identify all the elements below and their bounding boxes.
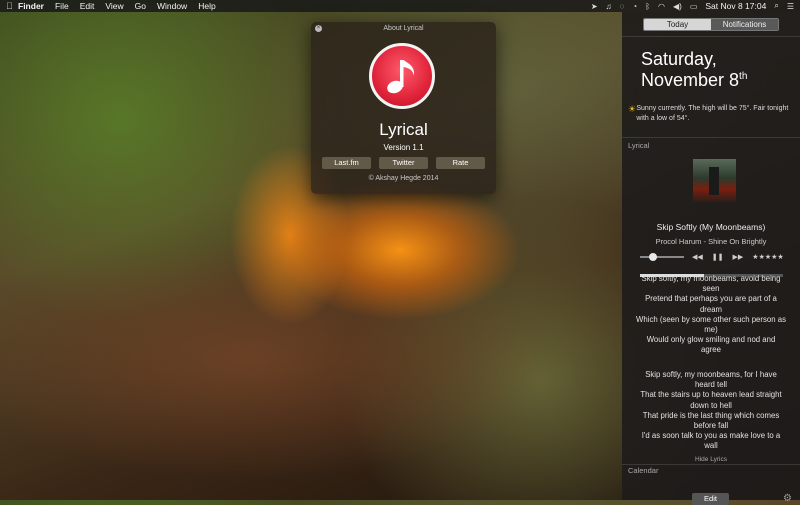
lyrical-app-icon xyxy=(369,43,435,109)
about-app-name: Lyrical xyxy=(379,120,428,139)
music-note-icon xyxy=(387,60,415,94)
next-track-icon[interactable]: ▶▶ xyxy=(733,253,744,261)
lastfm-button[interactable]: Last.fm xyxy=(322,157,371,169)
music-note-icon[interactable]: ♫ xyxy=(606,2,612,11)
menu-bar:  Finder File Edit View Go Window Help ➤… xyxy=(0,0,800,12)
menu-edit[interactable]: Edit xyxy=(80,1,95,11)
weather-text: Sunny currently. The high will be 75°. F… xyxy=(636,105,789,122)
menubar-status-area: ➤ ♫ ◌ ◔ ᛒ ◠ ◀) ▭ Sat Nov 8 17:04 ⌕ ☰ xyxy=(591,1,794,11)
today-date-line2: November 8th xyxy=(641,70,747,91)
battery-icon[interactable]: ▭ xyxy=(690,2,698,11)
about-titlebar: × About Lyrical xyxy=(311,22,496,35)
menu-app-name[interactable]: Finder xyxy=(18,1,44,11)
divider xyxy=(622,36,800,37)
menubar-clock[interactable]: Sat Nov 8 17:04 xyxy=(705,1,766,11)
lyrical-widget-header: Lyrical xyxy=(628,141,650,150)
nc-tab-control: Today Notifications xyxy=(643,18,779,31)
tab-today[interactable]: Today xyxy=(644,19,711,30)
notification-center-icon[interactable]: ☰ xyxy=(787,2,794,11)
volume-icon[interactable]: ◀) xyxy=(673,2,682,11)
apple-menu-icon[interactable]:  xyxy=(6,1,18,11)
location-arrow-icon[interactable]: ➤ xyxy=(591,2,598,11)
about-copyright: © Akshay Hegde 2014 xyxy=(368,175,439,182)
menu-file[interactable]: File xyxy=(55,1,69,11)
track-title: Skip Softly (My Moonbeams) xyxy=(656,222,766,232)
about-window: × About Lyrical Lyrical Version 1.1 Last… xyxy=(311,22,496,194)
previous-track-icon[interactable]: ◀◀ xyxy=(692,253,703,261)
lyrics-verse-1: Skip softly, my moonbeams, avoid being s… xyxy=(636,274,786,355)
menu-go[interactable]: Go xyxy=(135,1,146,11)
rate-button[interactable]: Rate xyxy=(436,157,485,169)
today-date-month-day: November 8 xyxy=(641,70,740,90)
sync-icon[interactable]: ◌ xyxy=(620,2,625,11)
close-window-icon[interactable]: × xyxy=(315,25,322,32)
volume-slider-knob[interactable] xyxy=(649,253,658,261)
divider xyxy=(622,137,800,138)
pause-icon[interactable]: ❚❚ xyxy=(712,253,724,261)
track-artist: Procol Harum - Shine On Brightly xyxy=(655,237,767,246)
menu-window[interactable]: Window xyxy=(157,1,187,11)
edit-widgets-button[interactable]: Edit xyxy=(692,493,729,505)
menu-view[interactable]: View xyxy=(105,1,123,11)
about-window-title: About Lyrical xyxy=(383,25,424,32)
notification-center-panel: Today Notifications Saturday, November 8… xyxy=(622,12,800,505)
divider xyxy=(622,464,800,465)
today-date-line1: Saturday, xyxy=(641,49,717,69)
about-version: Version 1.1 xyxy=(383,143,424,152)
hide-lyrics-link[interactable]: Hide Lyrics xyxy=(622,456,800,463)
volume-slider[interactable] xyxy=(640,253,684,261)
player-controls: ◀◀ ❚❚ ▶▶ ★★★★★ xyxy=(640,252,790,262)
wifi-icon[interactable]: ◠ xyxy=(658,2,665,11)
star-rating[interactable]: ★★★★★ xyxy=(752,253,783,261)
album-art xyxy=(693,159,736,202)
time-machine-icon[interactable]: ◔ xyxy=(632,2,637,11)
about-buttons: Last.fm Twitter Rate xyxy=(322,157,485,169)
bluetooth-icon[interactable]: ᛒ xyxy=(645,2,650,11)
tab-notifications[interactable]: Notifications xyxy=(711,19,778,30)
weather-summary: ☀ Sunny currently. The high will be 75°.… xyxy=(628,104,794,124)
menu-help[interactable]: Help xyxy=(198,1,215,11)
calendar-widget-header: Calendar xyxy=(628,466,659,475)
today-date-ordinal: th xyxy=(739,71,748,82)
settings-gear-icon[interactable]: ⚙ xyxy=(783,493,792,504)
twitter-button[interactable]: Twitter xyxy=(379,157,428,169)
lyrics-verse-2: Skip softly, my moonbeams, for I have he… xyxy=(640,370,782,451)
spotlight-search-icon[interactable]: ⌕ xyxy=(774,1,778,11)
